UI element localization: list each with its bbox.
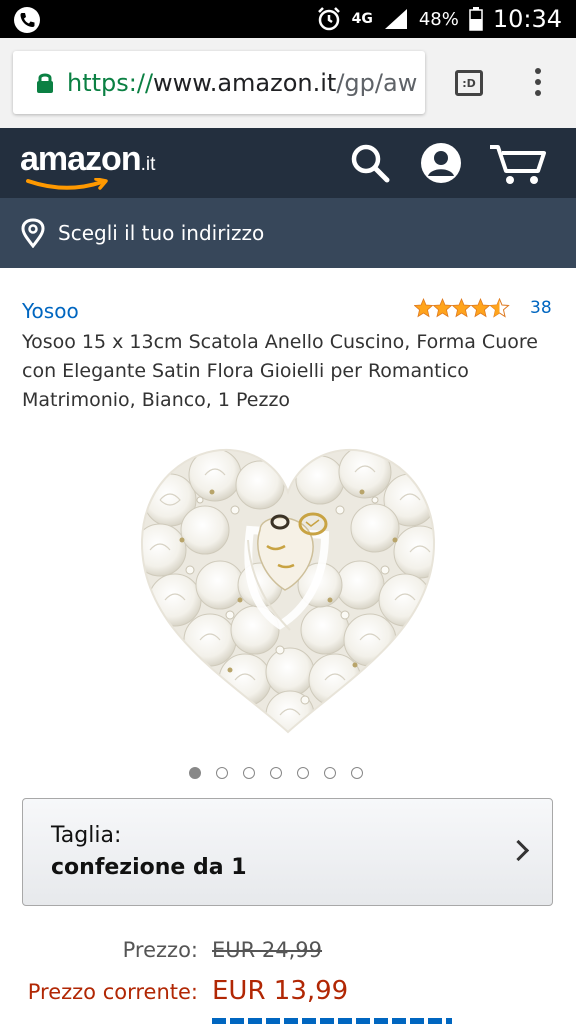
search-icon[interactable]	[348, 141, 392, 185]
page-dot[interactable]	[189, 767, 201, 779]
page-dot[interactable]	[243, 767, 255, 779]
amazon-header: amazon.it	[0, 128, 576, 198]
lock-icon	[37, 73, 53, 93]
page-dot[interactable]	[324, 767, 336, 779]
image-pagination	[189, 767, 363, 779]
network-type: 4G	[351, 11, 373, 27]
list-price: EUR 24,99	[212, 938, 323, 962]
url-text: https://www.amazon.it/gp/aw	[67, 68, 418, 97]
alarm-icon	[317, 7, 340, 31]
size-value: confezione da 1	[51, 855, 247, 880]
size-label: Taglia:	[51, 823, 122, 848]
more-options-icon[interactable]	[530, 68, 546, 100]
list-price-label: Prezzo:	[122, 938, 198, 962]
size-selector[interactable]: Taglia: confezione da 1	[22, 798, 553, 906]
page-dot[interactable]	[351, 767, 363, 779]
smile-arrow	[26, 178, 108, 190]
review-count[interactable]: 38	[530, 298, 552, 318]
signal-icon	[384, 9, 407, 29]
product-title: Yosoo 15 x 13cm Scatola Anello Cuscino, …	[22, 331, 538, 411]
clock: 10:34	[492, 5, 562, 33]
delivery-address-label: Scegli il tuo indirizzo	[58, 221, 265, 245]
battery-icon	[469, 7, 483, 31]
delivery-address-bar[interactable]: Scegli il tuo indirizzo	[0, 198, 576, 268]
tab-switcher-button[interactable]: :D	[455, 70, 483, 96]
status-bar: 4G 48% 10:34	[0, 0, 576, 38]
amazon-logo[interactable]: amazon.it	[20, 140, 155, 190]
product-image[interactable]	[130, 440, 446, 740]
account-icon[interactable]	[419, 141, 463, 185]
current-price-label: Prezzo corrente:	[27, 980, 198, 1004]
star-rating-icon	[414, 298, 509, 317]
location-pin-icon	[21, 218, 45, 248]
url-bar[interactable]: https://www.amazon.it/gp/aw	[13, 51, 425, 114]
phone-call-icon	[14, 7, 40, 33]
browser-toolbar: https://www.amazon.it/gp/aw :D	[0, 38, 576, 128]
cut-off-link	[212, 1016, 452, 1024]
page-dot[interactable]	[216, 767, 228, 779]
page-dot[interactable]	[297, 767, 309, 779]
chevron-right-icon	[507, 839, 530, 862]
battery-percent: 48%	[418, 8, 459, 30]
page-dot[interactable]	[270, 767, 282, 779]
cart-icon[interactable]	[488, 141, 548, 187]
current-price: EUR 13,99	[212, 976, 349, 1006]
rating[interactable]: 38	[414, 298, 552, 318]
brand-link[interactable]: Yosoo	[22, 299, 79, 323]
